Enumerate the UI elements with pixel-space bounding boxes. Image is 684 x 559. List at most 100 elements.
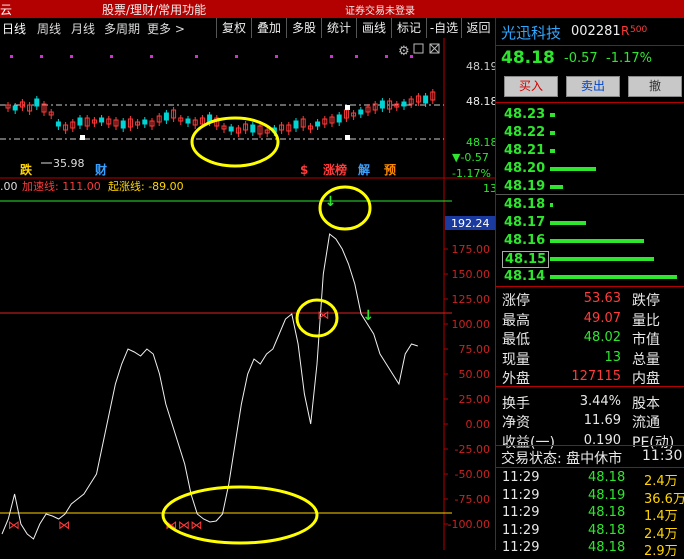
tick-time: 11:29 <box>502 505 540 520</box>
stock-name[interactable]: 光迅科技 <box>501 22 561 43</box>
draw-line-button[interactable]: 画线 <box>356 18 391 38</box>
butterfly-signal-icon: ⋈ <box>190 518 202 532</box>
candle-body <box>228 126 234 132</box>
signal-dot <box>110 55 113 58</box>
event-badge[interactable]: 解 <box>358 162 370 177</box>
order-book-row[interactable]: 48.20 <box>496 160 684 178</box>
stat-label: 外盘 <box>502 371 530 387</box>
price-change: -0.57 <box>564 51 598 66</box>
order-book-row[interactable]: 48.23 <box>496 106 684 124</box>
marker-square <box>345 105 350 110</box>
stat-label: 量比 <box>632 312 660 329</box>
order-book-row[interactable]: 48.15 <box>496 250 684 268</box>
tab-multi-period[interactable]: 多周期 <box>104 20 140 37</box>
event-badge[interactable]: 预 <box>384 163 396 177</box>
menu-search-hint[interactable]: 股票/理财/常用功能 <box>102 1 206 18</box>
multi-stock-button[interactable]: 多股 <box>286 18 321 38</box>
signal-dot <box>150 55 153 58</box>
indicator-left-value: .00 <box>0 180 18 193</box>
indicator-axis-tick: 50.00 <box>459 368 491 381</box>
low-price-label: 35.98 <box>53 157 85 170</box>
candle-body <box>423 95 429 104</box>
indicator-current-value: 192.24 <box>451 217 490 230</box>
stat-value: 49.07 <box>583 310 621 326</box>
sell-button[interactable]: 卖出 <box>566 76 620 97</box>
order-price: 48.22 <box>504 125 546 140</box>
indicator-axis-tick: 75.00 <box>459 343 491 356</box>
order-price: 48.20 <box>504 161 546 176</box>
stat-value: 53.63 <box>583 291 621 306</box>
event-badge[interactable]: $ <box>300 163 308 177</box>
order-book-row[interactable]: 48.21 <box>496 142 684 160</box>
signal-dot <box>10 55 13 58</box>
price-change-pct: -1.17% <box>606 51 652 66</box>
candle-body <box>55 121 61 127</box>
buy-button[interactable]: 买入 <box>504 76 558 97</box>
tick-time: 11:29 <box>502 522 540 538</box>
stat-value: 127115 <box>571 369 621 384</box>
order-volume-bar <box>550 185 563 189</box>
tick-price: 48.18 <box>588 540 626 555</box>
signal-dot <box>410 55 413 58</box>
stat-label: 股本 <box>632 395 660 412</box>
candle-body <box>250 124 256 133</box>
stat-label: 涨停 <box>502 293 530 309</box>
trade-login-status[interactable]: 证券交易未登录 <box>345 2 415 17</box>
order-price: 48.14 <box>504 269 546 284</box>
down-arrow-icon: ↓ <box>362 308 374 324</box>
tick-time: 11:29 <box>502 470 540 485</box>
indicator-axis-tick: -100.00 <box>448 518 490 531</box>
top-title-bar: 云 股票/理财/常用功能 证券交易未登录 <box>0 0 684 18</box>
mark-button[interactable]: 标记 <box>391 18 426 38</box>
tick-volume: 1.4万 <box>644 509 678 524</box>
signal-dot <box>385 55 388 58</box>
order-price: 48.19 <box>504 179 546 194</box>
indicator-axis-tick: 125.00 <box>452 293 491 306</box>
order-volume-bar <box>550 203 553 207</box>
signal-dot <box>355 55 358 58</box>
order-volume-bar <box>550 149 555 153</box>
signal-dot <box>275 55 278 58</box>
order-book-row[interactable]: 48.16 <box>496 232 684 250</box>
stat-label: 总量 <box>632 351 660 368</box>
indicator-axis-tick: -25.00 <box>455 443 490 456</box>
tick-price: 48.19 <box>588 487 626 503</box>
stat-label: 跌停 <box>632 293 660 309</box>
order-price: 48.21 <box>504 143 546 158</box>
signal-dot <box>195 55 198 58</box>
order-book-row[interactable]: 48.22 <box>496 124 684 142</box>
tab-more[interactable]: 更多 > <box>147 20 185 37</box>
indicator-axis-tick: -75.00 <box>455 493 490 506</box>
overlay-button[interactable]: 叠加 <box>251 18 286 38</box>
order-book-row[interactable]: 48.17 <box>496 214 684 232</box>
stat-value: 48.02 <box>583 330 621 345</box>
signal-dot <box>40 55 43 58</box>
restore-rights-button[interactable]: 复权 <box>216 18 251 38</box>
event-badge[interactable]: 涨榜 <box>323 162 347 177</box>
back-button[interactable]: 返回 <box>461 18 495 38</box>
order-book-row[interactable]: 48.14 <box>496 268 684 286</box>
price-axis-high: 48.19 <box>466 60 495 73</box>
cancel-order-button[interactable]: 撤 <box>628 76 682 97</box>
indicator-axis-tick: -50.00 <box>455 468 490 481</box>
candle-body <box>99 117 105 123</box>
stat-label: 市值 <box>632 332 660 348</box>
statistics-button[interactable]: 统计 <box>321 18 356 38</box>
stat-label: 最低 <box>502 332 530 348</box>
accel-line-label: 加速线: 111.00 <box>22 179 101 193</box>
current-price: 48.18 <box>501 48 555 68</box>
candle-body <box>163 112 169 121</box>
settings-icon[interactable]: ⚙ <box>398 44 410 59</box>
trade-status: 交易状态: 盘中休市 <box>501 451 623 467</box>
stat-label: 最高 <box>502 312 530 329</box>
tab-monthly[interactable]: 月线 <box>71 20 95 37</box>
tab-daily[interactable]: 日线 <box>2 20 26 37</box>
tab-weekly[interactable]: 周线 <box>37 20 61 37</box>
kline-chart[interactable]: ⚙ 48.19 48.18 48.18 ▼-0.57 -1.17% 13 35.… <box>0 38 495 550</box>
watchlist-button[interactable]: -自选 <box>426 18 461 38</box>
event-badge[interactable]: 财 <box>94 162 107 177</box>
order-volume-bar <box>550 131 555 135</box>
event-badge[interactable]: 跌 <box>20 162 33 177</box>
candle-body <box>34 98 40 107</box>
order-book-row[interactable]: 48.18 <box>496 196 684 214</box>
